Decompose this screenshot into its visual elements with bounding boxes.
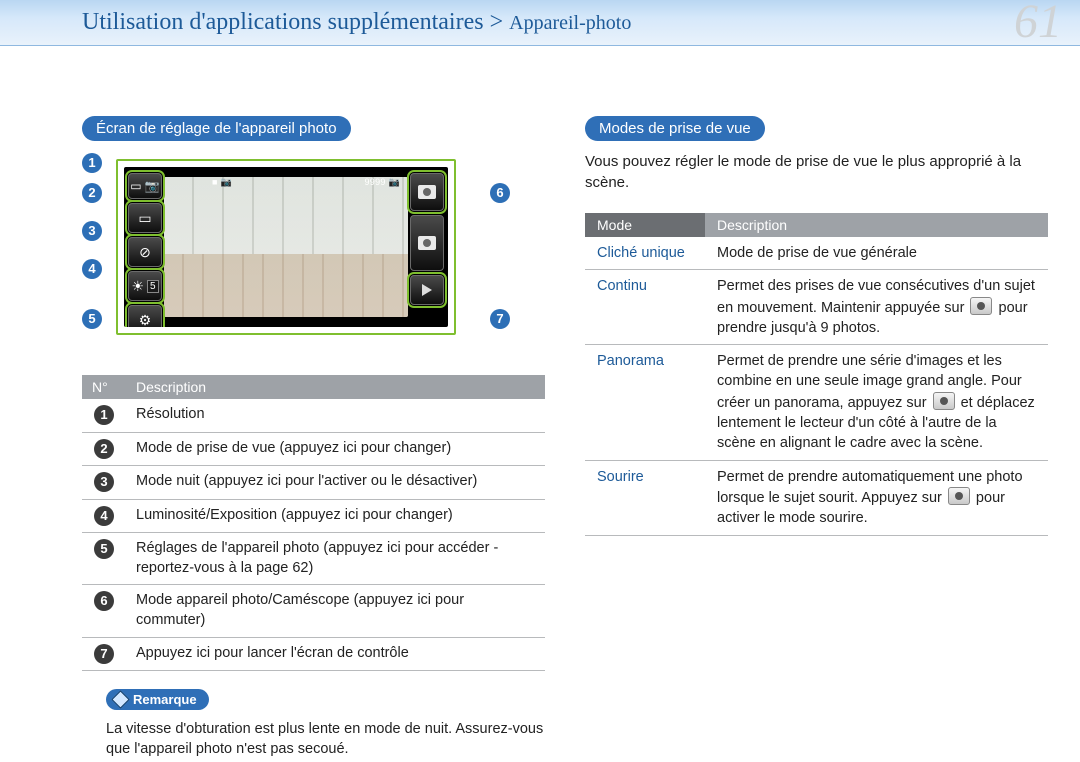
row-number-3: 3 <box>94 472 114 492</box>
col-header-mode: Mode <box>585 213 705 237</box>
right-column: Modes de prise de vue Vous pouvez régler… <box>585 116 1048 760</box>
table-row: 3 Mode nuit (appuyez ici pour l'activer o… <box>82 466 545 500</box>
control-screen-icon[interactable] <box>410 275 444 305</box>
camera-icon <box>970 297 992 315</box>
callout-2: 2 <box>82 183 102 203</box>
shutter-icon[interactable] <box>410 215 444 271</box>
content-columns: Écran de réglage de l'appareil photo 1 2… <box>0 46 1080 760</box>
breadcrumb-root: Utilisation d'applications supplémentair… <box>82 9 503 35</box>
left-column: Écran de réglage de l'appareil photo 1 2… <box>82 116 545 760</box>
row-desc-1: Résolution <box>126 399 545 432</box>
mode-desc-continuous: Permet des prises de vue consécutives d'… <box>705 270 1048 345</box>
settings-icon[interactable]: ⚙ <box>128 305 162 327</box>
status-indicators-left: ■ 📷 <box>212 177 232 188</box>
exposure-value: 5 <box>147 280 159 293</box>
table-row: 6 Mode appareil photo/Caméscope (appuyez … <box>82 585 545 637</box>
remark-chip: Remarque <box>106 689 209 710</box>
table-row: Panorama Permet de prendre une série d'i… <box>585 345 1048 460</box>
night-mode-icon[interactable]: ⊘ <box>128 237 162 267</box>
row-number-1: 1 <box>94 405 114 425</box>
mode-name-continuous: Continu <box>585 270 705 345</box>
remark-box: Remarque La vitesse d'obturation est plu… <box>82 689 545 760</box>
shooting-mode-icon[interactable]: ▭ <box>128 203 162 233</box>
col-header-description: Description <box>705 213 1048 237</box>
camera-icon <box>418 236 436 250</box>
table-row: 1 Résolution <box>82 399 545 432</box>
table-row: 4 Luminosité/Exposition (appuyez ici pour… <box>82 499 545 533</box>
table-row: Cliché unique Mode de prise de vue génér… <box>585 237 1048 270</box>
mode-name-smile: Sourire <box>585 460 705 535</box>
row-desc-3: Mode nuit (appuyez ici pour l'activer ou… <box>126 466 545 500</box>
shooting-modes-intro: Vous pouvez régler le mode de prise de v… <box>585 151 1048 193</box>
mode-name-single: Cliché unique <box>585 237 705 270</box>
status-indicators-right: 9999 📷 <box>364 177 400 188</box>
table-row: 7 Appuyez ici pour lancer l'écran de cont… <box>82 637 545 671</box>
row-desc-4: Luminosité/Exposition (appuyez ici pour … <box>126 499 545 533</box>
camera-icon <box>933 392 955 410</box>
row-number-7: 7 <box>94 644 114 664</box>
row-number-6: 6 <box>94 591 114 611</box>
callout-7: 7 <box>490 309 510 329</box>
exposure-icon[interactable]: ☀5 <box>128 271 162 301</box>
camera-ui-controls-right <box>410 173 444 305</box>
camera-ui-inner: ■ 📷 9999 📷 ▭ 📷 ▭ ⊘ ☀5 ⚙ <box>124 167 448 327</box>
page: Utilisation d'applications supplémentair… <box>0 0 1080 762</box>
callout-4: 4 <box>82 259 102 279</box>
cube-icon <box>111 690 129 708</box>
row-desc-2: Mode de prise de vue (appuyez ici pour c… <box>126 432 545 466</box>
breadcrumb-leaf: Appareil-photo <box>509 12 631 34</box>
camera-camcorder-toggle-icon[interactable] <box>410 173 444 211</box>
play-icon <box>422 284 432 296</box>
table-row: 2 Mode de prise de vue (appuyez ici pour … <box>82 432 545 466</box>
shooting-modes-table: Mode Description Cliché unique Mode de p… <box>585 213 1048 536</box>
remark-text: La vitesse d'obturation est plus lente e… <box>106 719 545 760</box>
callout-3: 3 <box>82 221 102 241</box>
row-desc-6: Mode appareil photo/Caméscope (appuyez i… <box>126 585 545 637</box>
mode-desc-smile: Permet de prendre automatiquement une ph… <box>705 460 1048 535</box>
camera-ui-frame: ■ 📷 9999 📷 ▭ 📷 ▭ ⊘ ☀5 ⚙ <box>116 159 456 335</box>
callout-description-table: N° Description 1 Résolution 2 Mode de pris… <box>82 375 545 671</box>
header-bar: Utilisation d'applications supplémentair… <box>0 0 1080 46</box>
mode-name-panorama: Panorama <box>585 345 705 460</box>
camera-ui-controls-left: ▭ 📷 ▭ ⊘ ☀5 ⚙ <box>128 173 162 327</box>
section-heading-shooting-modes: Modes de prise de vue <box>585 116 765 141</box>
row-number-4: 4 <box>94 506 114 526</box>
col-header-number: N° <box>82 375 126 399</box>
camera-icon <box>418 185 436 199</box>
sun-icon: ☀ <box>131 278 144 295</box>
row-number-2: 2 <box>94 439 114 459</box>
row-desc-5: Réglages de l'appareil photo (appuyez ic… <box>126 533 545 585</box>
viewfinder <box>164 177 408 317</box>
camera-ui-diagram: 1 2 3 4 5 6 7 ■ 📷 9999 📷 ▭ 📷 ▭ <box>116 151 476 361</box>
remark-label: Remarque <box>133 692 197 707</box>
table-row: 5 Réglages de l'appareil photo (appuyez i… <box>82 533 545 585</box>
camera-icon <box>948 487 970 505</box>
resolution-icon[interactable]: ▭ 📷 <box>128 173 162 199</box>
table-row: Continu Permet des prises de vue consécu… <box>585 270 1048 345</box>
row-number-5: 5 <box>94 539 114 559</box>
callout-6: 6 <box>490 183 510 203</box>
mode-desc-panorama: Permet de prendre une série d'images et … <box>705 345 1048 460</box>
table-row: Sourire Permet de prendre automatiquemen… <box>585 460 1048 535</box>
row-desc-7: Appuyez ici pour lancer l'écran de contr… <box>126 637 545 671</box>
page-number: 61 <box>1014 0 1062 49</box>
breadcrumb: Utilisation d'applications supplémentair… <box>82 9 631 36</box>
callout-5: 5 <box>82 309 102 329</box>
col-header-description: Description <box>126 375 545 399</box>
section-heading-camera-settings: Écran de réglage de l'appareil photo <box>82 116 351 141</box>
callout-1: 1 <box>82 153 102 173</box>
mode-desc-single: Mode de prise de vue générale <box>705 237 1048 270</box>
